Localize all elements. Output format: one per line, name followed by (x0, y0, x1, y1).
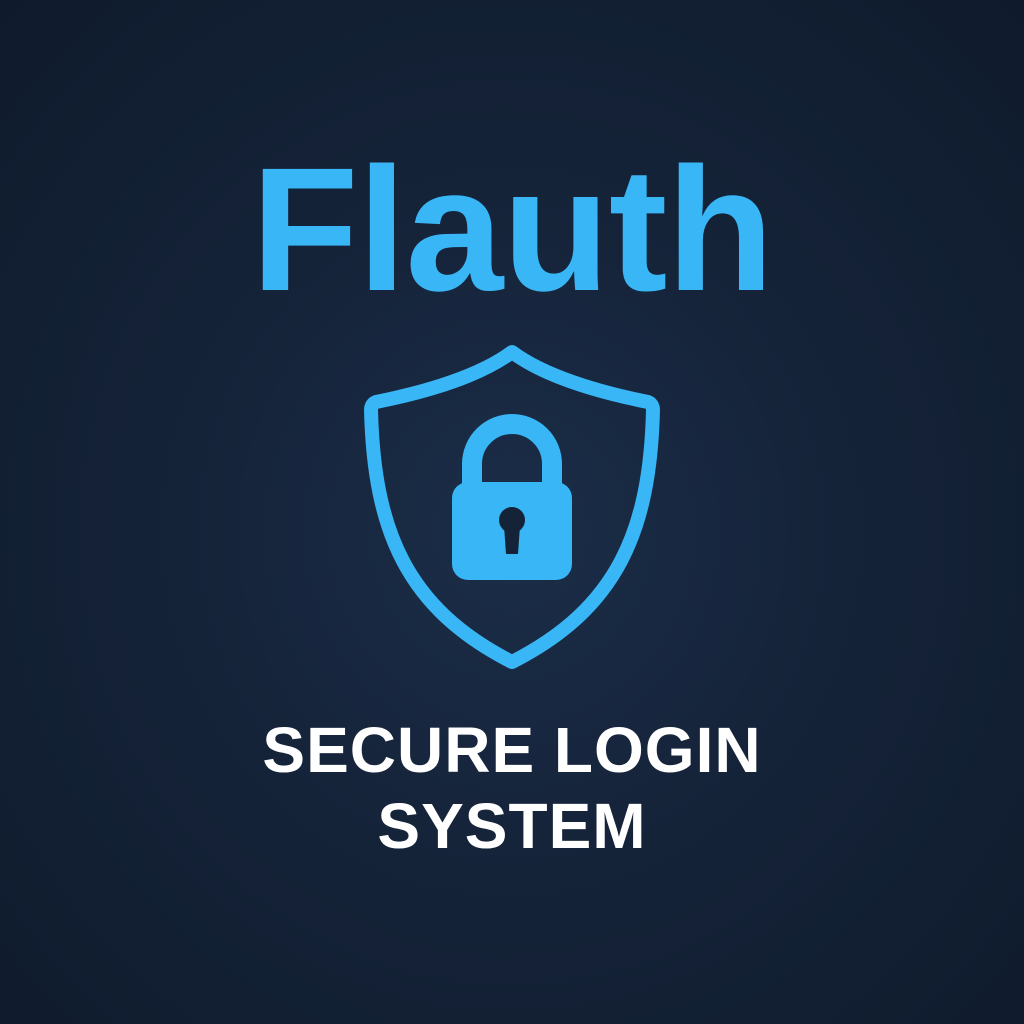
tagline: SECURE LOGIN SYSTEM (0, 712, 1024, 864)
shield-lock-icon (362, 340, 662, 670)
padlock-shackle (462, 414, 562, 492)
tagline-line-2: SYSTEM (377, 790, 647, 862)
brand-title: Flauth (251, 132, 774, 328)
tagline-line-1: SECURE LOGIN (262, 714, 762, 786)
splash-screen: Flauth SECURE LOGIN SYSTEM (0, 0, 1024, 1024)
